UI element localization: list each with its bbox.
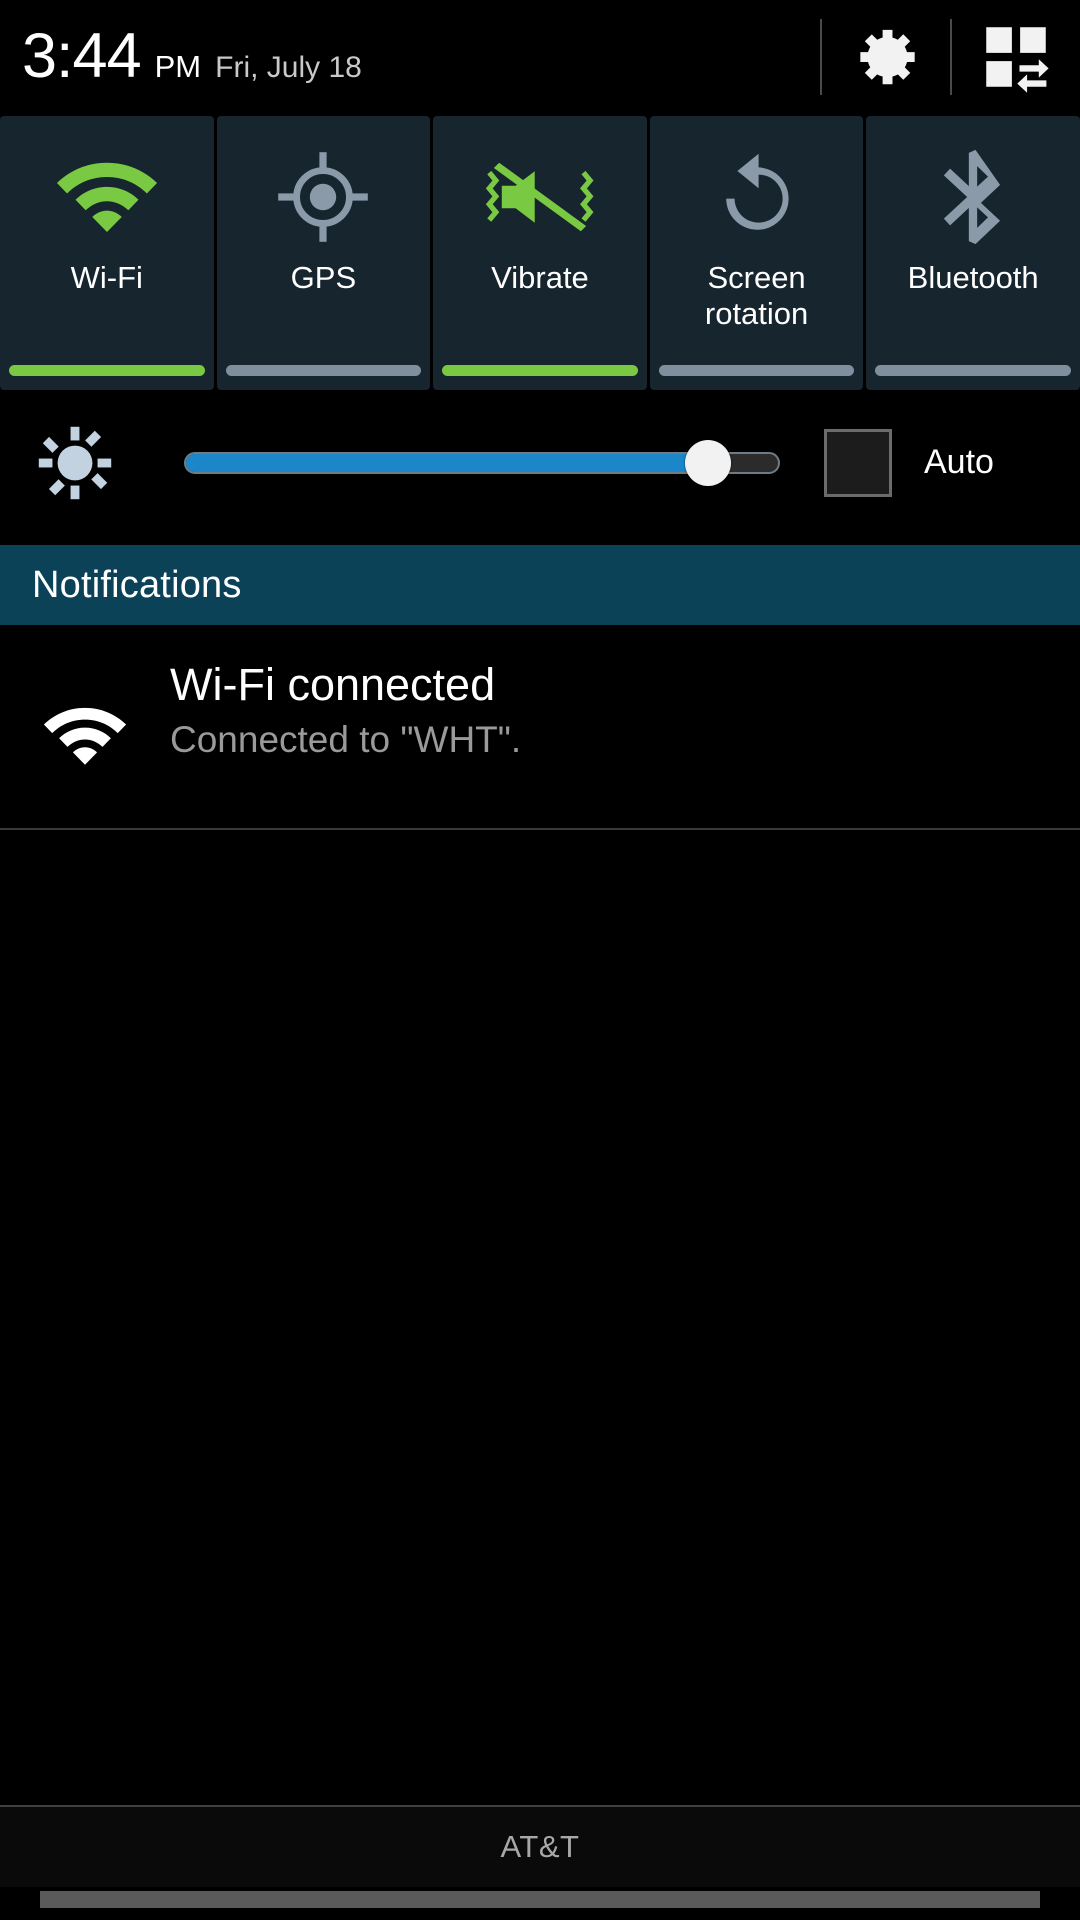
- clock-date: Fri, July 18: [215, 51, 362, 84]
- quick-tile-vibrate-label: Vibrate: [491, 260, 589, 295]
- quick-settings-grid-icon: [986, 26, 1049, 93]
- quick-tile-gps-label: GPS: [290, 260, 357, 295]
- quick-tile-screen-rotation[interactable]: Screen rotation: [649, 116, 864, 390]
- wifi-icon: [43, 707, 127, 765]
- quick-tile-vibrate-icon-wrap: [484, 116, 596, 266]
- rotation-label-line2: rotation: [704, 296, 809, 331]
- quick-tile-gps[interactable]: GPS: [216, 116, 431, 390]
- carrier-label: AT&T: [500, 1829, 580, 1864]
- clock-time: 3:44: [22, 21, 142, 91]
- notification-title: Wi-Fi connected: [170, 659, 496, 710]
- wifi-icon: [56, 162, 157, 232]
- vibrate-mute-icon: [485, 162, 594, 232]
- status-bar: 3:44 PM Fri, July 18: [0, 0, 1080, 113]
- auto-brightness-checkbox[interactable]: [824, 428, 892, 497]
- quick-tile-gps-state-bar: [225, 365, 422, 376]
- auto-brightness-label: Auto: [924, 443, 994, 481]
- quick-settings-button[interactable]: [952, 0, 1080, 113]
- quick-tile-bluetooth-icon-wrap: [934, 116, 1012, 266]
- quick-tile-bluetooth[interactable]: Bluetooth: [866, 116, 1080, 390]
- notification-shade: 3:44 PM Fri, July 18 Wi-Fi GPS Vibrate S…: [0, 0, 1080, 1920]
- quick-tile-vibrate[interactable]: Vibrate: [433, 116, 647, 390]
- rotation-label-line1: Screen: [707, 260, 806, 295]
- brightness-sun-icon: [38, 426, 112, 499]
- notifications-header-label: Notifications: [32, 563, 242, 606]
- notification-text-block: Wi-Fi connected Connected to "WHT".: [170, 638, 521, 766]
- notification-divider: [0, 828, 1080, 830]
- brightness-slider-fill: [186, 453, 707, 472]
- shade-drag-handle[interactable]: [40, 1891, 1040, 1908]
- notification-icon-wrap: [0, 638, 170, 828]
- carrier-bar: AT&T: [0, 1807, 1080, 1887]
- rotate-icon: [725, 153, 789, 230]
- quick-tile-gps-icon-wrap: [275, 116, 371, 266]
- quick-tile-wifi-icon-wrap: [51, 116, 163, 266]
- brightness-slider[interactable]: [184, 433, 780, 493]
- quick-tile-vibrate-state-bar: [442, 365, 638, 376]
- brightness-slider-thumb[interactable]: [685, 439, 732, 486]
- status-bar-clock: 3:44 PM Fri, July 18: [0, 25, 362, 88]
- quick-tile-wifi[interactable]: Wi-Fi: [0, 116, 214, 390]
- quick-tile-rotation-icon-wrap: [709, 116, 805, 266]
- quick-tile-rotation-label: Screen rotation: [699, 260, 814, 332]
- quick-tile-wifi-state-bar: [9, 365, 205, 376]
- notification-subtitle: Connected to "WHT".: [170, 719, 522, 760]
- quick-tile-bluetooth-state-bar: [875, 365, 1071, 376]
- gps-crosshair-icon: [278, 152, 369, 242]
- notifications-header: Notifications: [0, 545, 1080, 625]
- brightness-icon-wrap: [0, 422, 150, 504]
- settings-button[interactable]: [822, 0, 950, 113]
- clock-ampm: PM: [154, 49, 202, 84]
- brightness-row: Auto: [0, 390, 1080, 535]
- quick-tile-wifi-label: Wi-Fi: [70, 260, 143, 295]
- quick-tile-bluetooth-label: Bluetooth: [907, 260, 1039, 295]
- status-bar-actions: [820, 0, 1080, 113]
- bluetooth-icon: [944, 149, 1001, 245]
- gear-icon: [860, 29, 915, 84]
- auto-brightness-toggle[interactable]: Auto: [780, 428, 1080, 497]
- quick-toggle-tiles: Wi-Fi GPS Vibrate Screen rotation Blueto…: [0, 116, 1080, 390]
- quick-tile-rotation-state-bar: [658, 365, 855, 376]
- notification-item-wifi[interactable]: Wi-Fi connected Connected to "WHT".: [0, 638, 1080, 828]
